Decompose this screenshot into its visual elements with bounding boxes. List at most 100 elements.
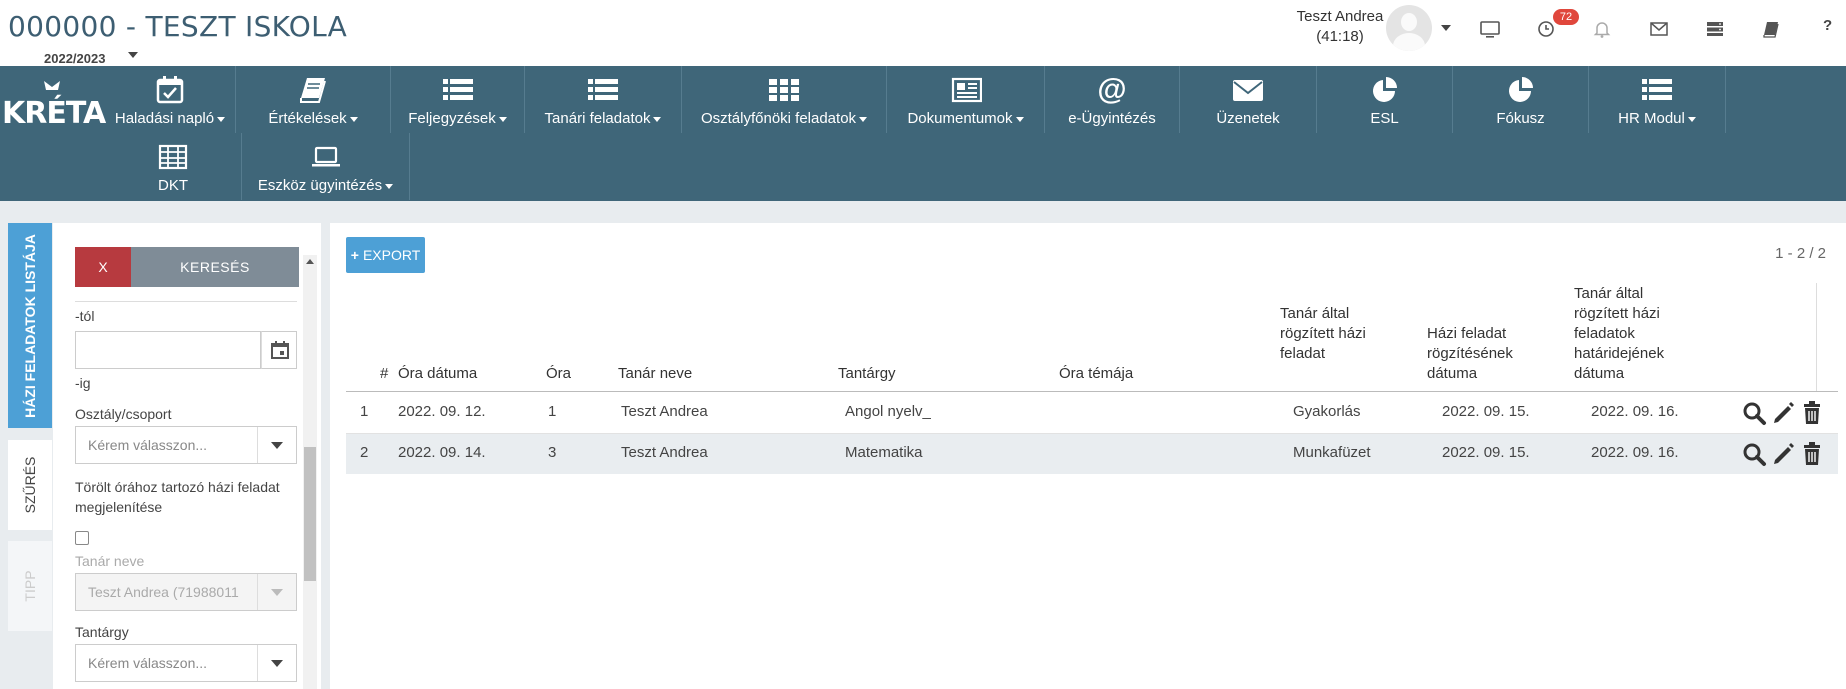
search-icon[interactable] — [1741, 440, 1767, 468]
export-button[interactable]: + EXPORT — [346, 237, 425, 273]
tab-hazi-feladatok-listaja[interactable]: HÁZI FELADATOK LISTÁJA — [8, 223, 52, 428]
pencil-icon[interactable] — [1770, 440, 1796, 468]
scroll-thumb[interactable] — [304, 447, 316, 581]
pencil-icon[interactable] — [1770, 399, 1796, 427]
nav-label: Dokumentumok — [907, 110, 1013, 127]
caret-down-icon — [498, 116, 507, 122]
school-year-selector[interactable]: 2022/2023 — [44, 51, 105, 66]
calendar-icon — [271, 341, 289, 359]
filter-scrollbar[interactable] — [303, 255, 317, 689]
nav-dkt[interactable]: DKT — [105, 133, 242, 200]
cell-date: 2022. 09. 12. — [398, 403, 486, 420]
tab-szures[interactable]: SZŰRÉS — [8, 440, 52, 530]
chevron-down-icon — [257, 427, 296, 463]
nav-dokumentumok[interactable]: Dokumentumok — [887, 66, 1045, 133]
date-picker-button[interactable] — [261, 331, 297, 369]
book-icon[interactable] — [1760, 18, 1782, 40]
subject-label: Tantárgy — [75, 624, 129, 640]
cell-deadline: 2022. 09. 16. — [1591, 444, 1679, 461]
date-from-label: -tól — [75, 308, 95, 324]
nav-esl[interactable]: ESL — [1317, 66, 1453, 133]
chevron-down-icon[interactable] — [1441, 25, 1451, 31]
trash-icon[interactable] — [1799, 440, 1825, 468]
table-row[interactable]: 2 2022. 09. 14. 3 Teszt Andrea Matematik… — [346, 434, 1838, 474]
column-header-teacher[interactable]: Tanár neve — [618, 364, 692, 384]
select-value: Kérem válasszon... — [88, 655, 208, 671]
header-line: dátuma — [1574, 365, 1625, 382]
school-title: 000000 - TESZT ISKOLA — [8, 10, 348, 43]
deleted-lesson-checkbox[interactable] — [75, 531, 89, 545]
header-line: Tanár által — [1280, 305, 1350, 322]
cell-num: 1 — [360, 403, 369, 420]
scroll-up-icon[interactable] — [306, 259, 314, 264]
book-icon — [300, 78, 326, 103]
column-header-recorded-date[interactable]: Házi feladat rögzítésének dátuma — [1427, 324, 1513, 384]
search-button[interactable]: KERESÉS — [131, 247, 299, 287]
tab-label: SZŰRÉS — [22, 456, 38, 514]
nav-fokusz[interactable]: Fókusz — [1453, 66, 1589, 133]
calendar-check-icon — [156, 76, 184, 104]
date-from-input[interactable] — [75, 331, 261, 369]
caret-down-icon — [1015, 116, 1024, 122]
nav-haladasi-naplo[interactable]: Haladási napló — [105, 66, 236, 133]
notification-badge: 72 — [1553, 9, 1579, 25]
monitor-icon[interactable] — [1479, 18, 1501, 40]
tab-label: TIPP — [22, 570, 38, 602]
subject-select[interactable]: Kérem válasszon... — [75, 644, 297, 682]
caret-down-icon — [653, 116, 662, 122]
cell-deadline: 2022. 09. 16. — [1591, 403, 1679, 420]
nav-label: Tanári feladatok — [544, 110, 651, 127]
envelope-icon[interactable] — [1648, 18, 1670, 40]
list-icon — [588, 79, 618, 100]
header-line: rögzített házi — [1280, 325, 1366, 342]
column-header-homework[interactable]: Tanár által rögzített házi feladat — [1280, 304, 1366, 364]
homework-list-panel: + EXPORT 1 - 2 / 2 # Óra dátuma Óra Tanár… — [330, 223, 1846, 689]
column-header-deadline[interactable]: Tanár által rögzített házi feladatok hat… — [1574, 284, 1664, 384]
nav-label: e-Ügyintézés — [1068, 110, 1156, 127]
table-row[interactable]: 1 2022. 09. 12. 1 Teszt Andrea Angol nye… — [346, 393, 1838, 434]
server-icon[interactable] — [1704, 18, 1726, 40]
bell-icon[interactable] — [1591, 18, 1613, 40]
chevron-down-icon[interactable] — [128, 52, 138, 58]
column-header-lesson[interactable]: Óra — [546, 364, 571, 384]
nav-tanari-feladatok[interactable]: Tanári feladatok — [525, 66, 682, 133]
column-header-date[interactable]: Óra dátuma — [398, 364, 477, 384]
avatar[interactable] — [1386, 5, 1432, 51]
nav-label: Üzenetek — [1216, 110, 1280, 127]
export-label: EXPORT — [362, 247, 421, 263]
main-navigation: KRÉTA Haladási napló Értékelések Feljegy… — [0, 66, 1846, 201]
caret-down-icon — [349, 116, 358, 122]
date-to-label: -ig — [75, 375, 91, 391]
top-header: 000000 - TESZT ISKOLA 2022/2023 Teszt An… — [0, 0, 1846, 66]
deleted-lesson-label: Törölt órához tartozó házi feladat megje… — [75, 479, 280, 515]
search-icon[interactable] — [1741, 399, 1767, 427]
column-header-num[interactable]: # — [380, 364, 388, 384]
class-group-select[interactable]: Kérem válasszon... — [75, 426, 297, 464]
clear-filter-button[interactable]: X — [75, 247, 131, 287]
nav-label: DKT — [158, 177, 188, 194]
nav-eszkoz-ugyintezes[interactable]: Eszköz ügyintézés — [242, 133, 410, 200]
cell-homework: Gyakorlás — [1293, 403, 1361, 420]
table-icon — [158, 144, 188, 170]
chevron-down-icon — [257, 574, 296, 610]
nav-hr-modul[interactable]: HR Modul — [1589, 66, 1726, 133]
trash-icon[interactable] — [1799, 399, 1825, 427]
nav-label: Értékelések — [268, 110, 347, 127]
caret-down-icon — [1687, 116, 1696, 122]
cell-recorded-date: 2022. 09. 15. — [1442, 444, 1530, 461]
tab-tipp[interactable]: TIPP — [8, 541, 52, 631]
nav-ertekelesek[interactable]: Értékelések — [236, 66, 391, 133]
nav-uzenetek[interactable]: Üzenetek — [1180, 66, 1317, 133]
list-icon — [442, 79, 473, 100]
nav-feljegyzesek[interactable]: Feljegyzések — [391, 66, 525, 133]
nav-e-ugyintezes[interactable]: @ e-Ügyintézés — [1045, 66, 1180, 133]
list-icon — [1642, 79, 1672, 100]
nav-osztalyfonoki-feladatok[interactable]: Osztályfőnöki feladatok — [682, 66, 887, 133]
column-header-topic[interactable]: Óra témája — [1059, 364, 1133, 384]
help-icon[interactable]: ? — [1823, 17, 1832, 34]
caret-down-icon — [385, 183, 394, 189]
newspaper-icon — [951, 77, 982, 103]
class-group-label: Osztály/csoport — [75, 406, 172, 422]
column-header-subject[interactable]: Tantárgy — [838, 364, 896, 384]
kreta-logo[interactable]: KRÉTA — [0, 80, 106, 131]
